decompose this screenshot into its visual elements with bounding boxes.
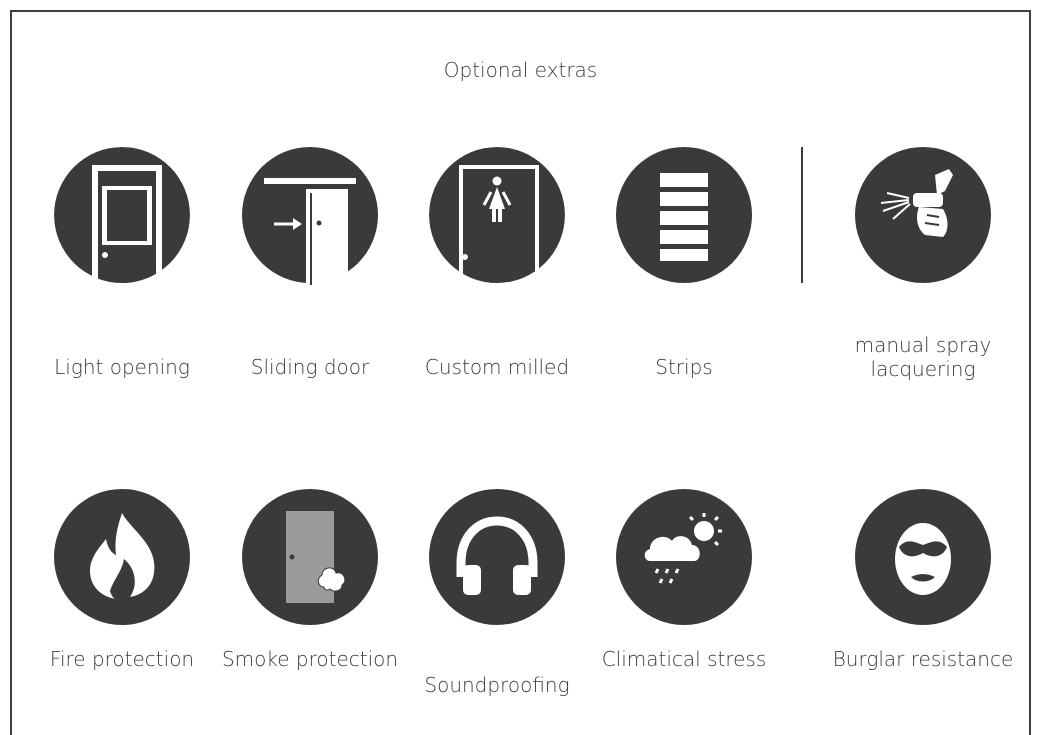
burglar-mask-icon <box>823 487 1023 627</box>
flame-icon <box>22 487 222 627</box>
custom-milled-icon <box>397 145 597 285</box>
spray-gun-icon <box>823 145 1023 285</box>
option-label: Strips <box>655 355 713 379</box>
divider <box>801 147 803 283</box>
option-label: Burglar resistance <box>832 647 1014 671</box>
option-label: Smoke protection <box>221 647 399 671</box>
light-opening-icon <box>22 145 222 285</box>
option-label: Fire protection <box>49 647 195 671</box>
weather-icon <box>584 487 784 627</box>
sliding-door-icon <box>210 145 410 285</box>
option-label: Soundproofing <box>424 673 570 697</box>
option-label: Light opening <box>54 355 190 379</box>
option-label: manual spray lacquering <box>854 333 992 381</box>
smoke-door-icon <box>210 487 410 627</box>
option-label: Sliding door <box>250 355 370 379</box>
option-label: Custom milled <box>424 355 570 379</box>
page-title: Optional extras <box>443 58 598 82</box>
option-label: Climatical stress <box>601 647 767 671</box>
headphones-icon <box>397 487 597 627</box>
strips-icon <box>584 145 784 285</box>
